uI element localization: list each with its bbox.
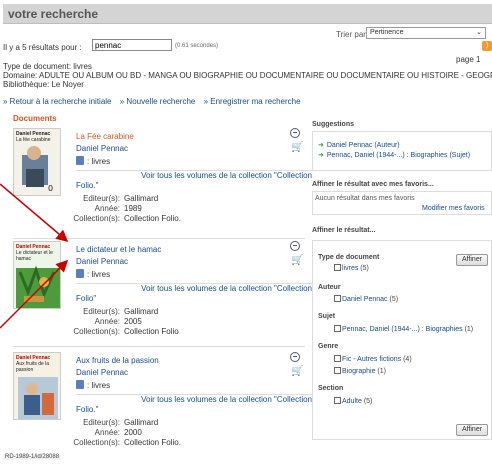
cart-icon[interactable]: 🛒: [291, 366, 303, 377]
record-author-link[interactable]: Daniel Pennac: [76, 368, 128, 377]
record-doc-type: : livres: [76, 380, 110, 390]
record-title-link[interactable]: Le dictateur et le hamac: [76, 245, 161, 254]
favorites-title: Affiner le résultat avec mes favoris...: [312, 181, 434, 188]
sort-selected-value: Pertinence: [370, 29, 404, 36]
record-fields: Editeur(s): Gallimard Année: 2000 Collecti…: [73, 418, 181, 447]
facet-option-genre-fiction[interactable]: Fic - Autres fictions (4): [334, 355, 412, 363]
record-title-link[interactable]: Aux fruits de la passion: [76, 356, 159, 365]
collection-value: Collection Folio.: [124, 438, 181, 447]
record-author-link[interactable]: Daniel Pennac: [76, 257, 128, 266]
collection-value: Collection Folio.: [124, 214, 181, 223]
refine-title: Affiner le résultat...: [312, 227, 376, 234]
sort-select[interactable]: Pertinence ⌄: [366, 27, 486, 39]
facet-heading: Sujet: [318, 313, 336, 320]
search-query-input[interactable]: [92, 39, 172, 51]
sort-label: Trier par: [336, 30, 366, 39]
filter-domain: Domaine: ADULTE OU ALBUM OU BD - MANGA O…: [3, 71, 492, 80]
new-search-link[interactable]: » Nouvelle recherche: [120, 97, 196, 106]
facet-heading: Auteur: [318, 284, 341, 291]
publisher-value: Gallimard: [124, 307, 159, 316]
result-record: Daniel Pennac Aux fruits de la passion A…: [13, 352, 312, 464]
cart-icon[interactable]: 🛒: [291, 255, 303, 266]
checkbox[interactable]: [334, 355, 341, 362]
chevron-down-icon: ⌄: [476, 29, 482, 36]
cover-illustration: [16, 265, 60, 308]
search-timing: (0.61 secondes): [175, 43, 219, 49]
checkbox[interactable]: [334, 264, 341, 271]
search-header-bar: votre recherche: [3, 4, 492, 24]
book-cover[interactable]: Daniel Pennac Le dictateur et le hamac: [13, 241, 61, 309]
checkbox[interactable]: [334, 295, 341, 302]
checkbox[interactable]: [334, 367, 341, 374]
checkbox[interactable]: [334, 397, 341, 404]
suggestions-title: Suggestions: [312, 121, 355, 128]
facet-option-subject[interactable]: Pennac, Daniel (1944-...) : Biographies …: [334, 325, 473, 333]
collection-volumes-link-end[interactable]: Folio.": [76, 405, 98, 414]
facet-heading: Genre: [318, 343, 339, 350]
cart-icon[interactable]: 🛒: [291, 142, 303, 153]
filter-library: Bibliothèque: Le Noyer: [3, 80, 84, 89]
record-author-link[interactable]: Daniel Pennac: [76, 144, 128, 153]
green-arrow-icon: ➜: [318, 152, 324, 159]
remove-circle-icon[interactable]: [290, 128, 300, 138]
favorites-empty-text: Aucun résultat dans mes favoris: [315, 195, 415, 202]
results-count-text: Il y a 5 résultats pour :: [3, 43, 82, 52]
facet-option-section-adult[interactable]: Adulte (5): [334, 397, 372, 405]
divider: [13, 238, 305, 239]
active-filters: Type de document: livres Domaine: ADULTE…: [3, 62, 492, 89]
rss-icon[interactable]: ): [482, 41, 492, 51]
facet-option-author[interactable]: Daniel Pennac (5): [334, 295, 398, 303]
record-doc-type: : livres: [76, 156, 110, 166]
collection-volumes-link-end[interactable]: Folio": [76, 294, 96, 303]
publisher-value: Gallimard: [124, 194, 159, 203]
search-actions: » Retour à la recherche initiale » Nouve…: [3, 97, 307, 106]
cover-illustration: 0: [22, 146, 53, 193]
refine-button-bottom[interactable]: Affiner: [456, 424, 488, 436]
year-value: 2005: [124, 317, 142, 326]
collection-volumes-link[interactable]: Voir tous les volumes de la collection "…: [76, 170, 312, 181]
page-title: votre recherche: [8, 7, 99, 21]
book-icon: [76, 269, 84, 278]
year-value: 2000: [124, 428, 142, 437]
publisher-value: Gallimard: [124, 418, 159, 427]
record-fields: Editeur(s): Gallimard Année: 1989 Collecti…: [73, 194, 181, 223]
refine-button[interactable]: Affiner: [456, 254, 488, 266]
book-icon: [76, 156, 84, 165]
call-number: RD-1989-1/id/28088: [3, 454, 62, 460]
collection-volumes-link-end[interactable]: Folio.": [76, 181, 98, 190]
save-search-link[interactable]: » Enregistrer ma recherche: [204, 97, 301, 106]
record-title-link[interactable]: La Fée carabine: [76, 132, 134, 141]
record-doc-type: : livres: [76, 269, 110, 279]
result-record: Daniel Pennac Le dictateur et le hamac L…: [13, 241, 312, 353]
record-fields: Editeur(s): Gallimard Année: 2005 Collecti…: [73, 307, 179, 336]
edit-favorites-link[interactable]: Modifier mes favoris: [422, 205, 485, 212]
green-arrow-icon: ➜: [318, 142, 324, 149]
back-to-initial-search-link[interactable]: » Retour à la recherche initiale: [3, 97, 112, 106]
facet-option-livres[interactable]: livres (5): [334, 264, 369, 272]
result-record: Daniel Pennac La fée carabine 0 La Fée c…: [13, 128, 312, 240]
svg-text:0: 0: [48, 184, 53, 193]
collection-volumes-link[interactable]: Voir tous les volumes de la collection "…: [76, 283, 312, 294]
documents-heading: Documents: [13, 114, 57, 123]
remove-circle-icon[interactable]: [290, 352, 300, 362]
divider: [13, 346, 305, 347]
collection-volumes-link[interactable]: Voir tous les volumes de la collection "…: [76, 394, 312, 405]
facet-option-genre-biography[interactable]: Biographie (1): [334, 367, 386, 375]
cover-illustration: [18, 377, 58, 419]
filter-doc-type: Type de document: livres: [3, 62, 92, 71]
collection-value: Collection Folio: [124, 327, 179, 336]
suggestion-item[interactable]: ➜ Pennac, Daniel (1944-...) : Biographies…: [318, 151, 470, 159]
book-cover[interactable]: Daniel Pennac La fée carabine 0: [13, 128, 61, 196]
checkbox[interactable]: [334, 325, 341, 332]
book-cover[interactable]: Daniel Pennac Aux fruits de la passion: [13, 352, 61, 420]
facet-heading: Section: [318, 385, 344, 392]
remove-circle-icon[interactable]: [290, 241, 300, 251]
suggestion-item[interactable]: ➜ Daniel Pennac (Auteur): [318, 141, 400, 149]
book-icon: [76, 380, 84, 389]
year-value: 1989: [124, 204, 142, 213]
facet-heading: Type de document: [318, 254, 380, 261]
